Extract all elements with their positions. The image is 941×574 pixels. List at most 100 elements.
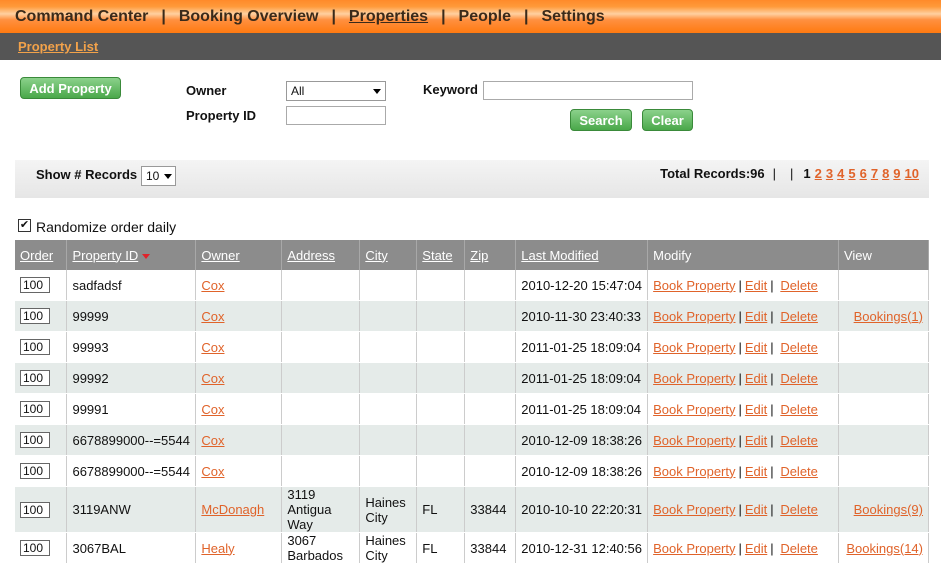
delete-link[interactable]: Delete (780, 502, 818, 517)
sort-zip-link[interactable]: Zip (470, 248, 488, 263)
edit-link[interactable]: Edit (745, 541, 767, 556)
sort-city-link[interactable]: City (365, 248, 387, 263)
nav-separator: | (441, 8, 446, 25)
cell-owner: Healy (195, 532, 283, 564)
order-input[interactable]: 100 (20, 401, 50, 417)
owner-link[interactable]: Cox (201, 340, 224, 355)
property-id-input[interactable] (286, 106, 386, 125)
edit-link[interactable]: Edit (745, 309, 767, 324)
book-property-link[interactable]: Book Property (653, 309, 735, 324)
order-input[interactable]: 100 (20, 339, 50, 355)
owner-link[interactable]: Cox (201, 464, 224, 479)
cell-view (838, 424, 930, 456)
book-property-link[interactable]: Book Property (653, 541, 735, 556)
cell-modify: Book Property | Edit | Delete (647, 300, 839, 332)
order-input[interactable]: 100 (20, 308, 50, 324)
keyword-input[interactable] (483, 81, 693, 100)
book-property-link[interactable]: Book Property (653, 340, 735, 355)
page-link[interactable]: 6 (860, 166, 867, 181)
sort-property-id-link[interactable]: Property ID (72, 248, 138, 263)
page-link[interactable]: 2 (815, 166, 822, 181)
col-zip[interactable]: Zip (464, 240, 517, 270)
col-state[interactable]: State (416, 240, 466, 270)
cell-state (416, 300, 466, 332)
bookings-link[interactable]: Bookings(9) (854, 502, 923, 517)
page-link[interactable]: 9 (893, 166, 900, 181)
edit-link[interactable]: Edit (745, 278, 767, 293)
col-order[interactable]: Order (15, 240, 68, 270)
delete-link[interactable]: Delete (780, 278, 818, 293)
owner-select[interactable]: All (286, 81, 386, 101)
page-link[interactable]: 8 (882, 166, 889, 181)
owner-link[interactable]: McDonagh (201, 502, 264, 517)
owner-link[interactable]: Cox (201, 371, 224, 386)
book-property-link[interactable]: Book Property (653, 402, 735, 417)
cell-modify: Book Property | Edit | Delete (647, 424, 839, 456)
book-property-link[interactable]: Book Property (653, 502, 735, 517)
owner-link[interactable]: Cox (201, 402, 224, 417)
cell-zip (464, 424, 517, 456)
action-separator: | (738, 401, 742, 417)
delete-link[interactable]: Delete (780, 309, 818, 324)
nav-booking-overview[interactable]: Booking Overview (179, 8, 319, 26)
cell-owner: Cox (195, 455, 283, 487)
book-property-link[interactable]: Book Property (653, 371, 735, 386)
nav-people[interactable]: People (459, 8, 511, 26)
page-link[interactable]: 3 (826, 166, 833, 181)
edit-link[interactable]: Edit (745, 402, 767, 417)
page-link[interactable]: 5 (848, 166, 855, 181)
col-last-modified[interactable]: Last Modified (515, 240, 649, 270)
col-address[interactable]: Address (281, 240, 361, 270)
records-per-page-select[interactable]: 10 (141, 166, 176, 186)
owner-link[interactable]: Healy (201, 541, 234, 556)
col-property-id[interactable]: Property ID (66, 240, 197, 270)
randomize-checkbox[interactable]: ✔ (18, 219, 31, 232)
page-link[interactable]: 4 (837, 166, 844, 181)
delete-link[interactable]: Delete (780, 541, 818, 556)
book-property-link[interactable]: Book Property (653, 433, 735, 448)
bookings-link[interactable]: Bookings(1) (854, 309, 923, 324)
cell-address (281, 393, 361, 425)
delete-link[interactable]: Delete (780, 340, 818, 355)
owner-link[interactable]: Cox (201, 433, 224, 448)
sort-order-link[interactable]: Order (20, 248, 53, 263)
nav-properties[interactable]: Properties (349, 8, 428, 26)
owner-link[interactable]: Cox (201, 309, 224, 324)
order-input[interactable]: 100 (20, 501, 50, 518)
edit-link[interactable]: Edit (745, 371, 767, 386)
nav-command-center[interactable]: Command Center (15, 8, 148, 26)
edit-link[interactable]: Edit (745, 433, 767, 448)
page-link[interactable]: 10 (905, 166, 919, 181)
delete-link[interactable]: Delete (780, 433, 818, 448)
book-property-link[interactable]: Book Property (653, 464, 735, 479)
search-button[interactable]: Search (570, 109, 632, 131)
cell-owner: McDonagh (195, 486, 283, 533)
sort-last-modified-link[interactable]: Last Modified (521, 248, 598, 263)
edit-link[interactable]: Edit (745, 340, 767, 355)
delete-link[interactable]: Delete (780, 402, 818, 417)
owner-link[interactable]: Cox (201, 278, 224, 293)
cell-order: 100 (15, 486, 68, 533)
order-input[interactable]: 100 (20, 277, 50, 293)
sort-state-link[interactable]: State (422, 248, 452, 263)
delete-link[interactable]: Delete (780, 464, 818, 479)
col-city[interactable]: City (359, 240, 418, 270)
sort-owner-link[interactable]: Owner (201, 248, 239, 263)
subnav-property-list[interactable]: Property List (18, 39, 98, 54)
nav-settings[interactable]: Settings (542, 8, 605, 26)
col-owner[interactable]: Owner (195, 240, 283, 270)
clear-button[interactable]: Clear (642, 109, 693, 131)
book-property-link[interactable]: Book Property (653, 278, 735, 293)
edit-link[interactable]: Edit (745, 502, 767, 517)
sort-address-link[interactable]: Address (287, 248, 335, 263)
order-input[interactable]: 100 (20, 540, 50, 556)
cell-address (281, 331, 361, 363)
order-input[interactable]: 100 (20, 432, 50, 448)
add-property-button[interactable]: Add Property (20, 77, 121, 99)
order-input[interactable]: 100 (20, 370, 50, 386)
page-link[interactable]: 7 (871, 166, 878, 181)
order-input[interactable]: 100 (20, 463, 50, 479)
bookings-link[interactable]: Bookings(14) (846, 541, 923, 556)
edit-link[interactable]: Edit (745, 464, 767, 479)
delete-link[interactable]: Delete (780, 371, 818, 386)
